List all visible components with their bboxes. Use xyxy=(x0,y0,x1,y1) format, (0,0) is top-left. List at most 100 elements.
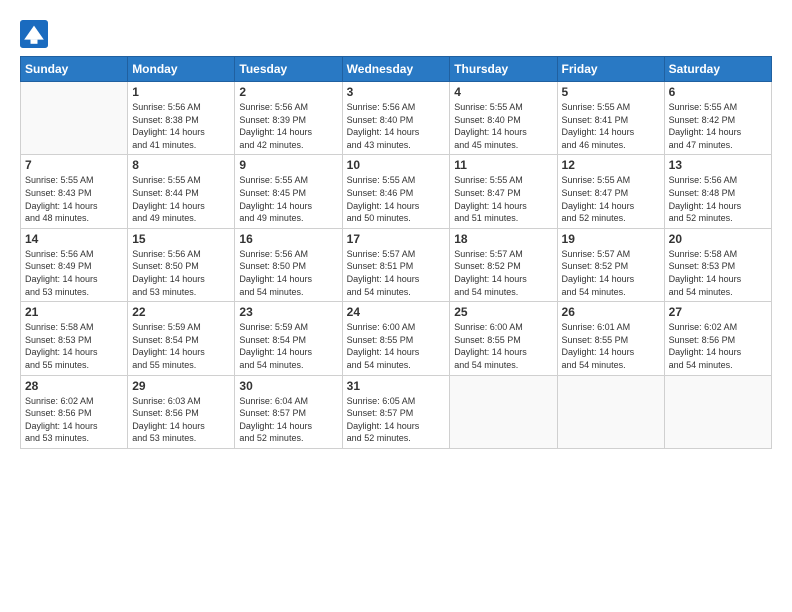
calendar-cell: 3 Sunrise: 5:56 AM Sunset: 8:40 PM Daylig… xyxy=(342,82,450,155)
day-number: 3 xyxy=(347,85,446,99)
logo-icon xyxy=(20,20,48,48)
calendar-cell: 1 Sunrise: 5:56 AM Sunset: 8:38 PM Daylig… xyxy=(128,82,235,155)
calendar-cell: 27 Sunrise: 6:02 AM Sunset: 8:56 PM Dayli… xyxy=(664,302,771,375)
calendar-cell: 7Sunrise: 5:55 AM Sunset: 8:43 PM Daylig… xyxy=(21,155,128,228)
calendar-cell: 16Sunrise: 5:56 AM Sunset: 8:50 PM Dayli… xyxy=(235,228,342,301)
calendar-cell: 5 Sunrise: 5:55 AM Sunset: 8:41 PM Daylig… xyxy=(557,82,664,155)
calendar-week: 21 Sunrise: 5:58 AM Sunset: 8:53 PM Dayli… xyxy=(21,302,772,375)
day-info: Sunrise: 6:00 AM Sunset: 8:55 PM Dayligh… xyxy=(347,321,446,371)
header-day: Monday xyxy=(128,57,235,82)
day-info: Sunrise: 5:55 AM Sunset: 8:41 PM Dayligh… xyxy=(562,101,660,151)
header-row: SundayMondayTuesdayWednesdayThursdayFrid… xyxy=(21,57,772,82)
day-number: 1 xyxy=(132,85,230,99)
header-day: Saturday xyxy=(664,57,771,82)
calendar-cell xyxy=(664,375,771,448)
day-number: 24 xyxy=(347,305,446,319)
day-info: Sunrise: 5:55 AM Sunset: 8:44 PM Dayligh… xyxy=(132,174,230,224)
day-number: 5 xyxy=(562,85,660,99)
header-day: Wednesday xyxy=(342,57,450,82)
day-number: 9 xyxy=(239,158,337,172)
calendar-cell: 26Sunrise: 6:01 AM Sunset: 8:55 PM Dayli… xyxy=(557,302,664,375)
calendar-cell: 21 Sunrise: 5:58 AM Sunset: 8:53 PM Dayli… xyxy=(21,302,128,375)
calendar-cell: 30 Sunrise: 6:04 AM Sunset: 8:57 PM Dayli… xyxy=(235,375,342,448)
day-info: Sunrise: 5:58 AM Sunset: 8:53 PM Dayligh… xyxy=(25,321,123,371)
day-info: Sunrise: 5:56 AM Sunset: 8:39 PM Dayligh… xyxy=(239,101,337,151)
calendar-cell: 18Sunrise: 5:57 AM Sunset: 8:52 PM Dayli… xyxy=(450,228,557,301)
calendar-cell: 13 Sunrise: 5:56 AM Sunset: 8:48 PM Dayli… xyxy=(664,155,771,228)
day-info: Sunrise: 5:56 AM Sunset: 8:40 PM Dayligh… xyxy=(347,101,446,151)
calendar-cell: 20 Sunrise: 5:58 AM Sunset: 8:53 PM Dayli… xyxy=(664,228,771,301)
day-number: 28 xyxy=(25,379,123,393)
day-number: 4 xyxy=(454,85,552,99)
header xyxy=(20,16,772,48)
day-info: Sunrise: 5:59 AM Sunset: 8:54 PM Dayligh… xyxy=(239,321,337,371)
calendar-cell: 23Sunrise: 5:59 AM Sunset: 8:54 PM Dayli… xyxy=(235,302,342,375)
calendar-cell: 11 Sunrise: 5:55 AM Sunset: 8:47 PM Dayli… xyxy=(450,155,557,228)
calendar-cell: 9 Sunrise: 5:55 AM Sunset: 8:45 PM Daylig… xyxy=(235,155,342,228)
calendar-cell: 17 Sunrise: 5:57 AM Sunset: 8:51 PM Dayli… xyxy=(342,228,450,301)
calendar-cell: 15Sunrise: 5:56 AM Sunset: 8:50 PM Dayli… xyxy=(128,228,235,301)
day-info: Sunrise: 5:57 AM Sunset: 8:52 PM Dayligh… xyxy=(454,248,552,298)
calendar-cell: 24 Sunrise: 6:00 AM Sunset: 8:55 PM Dayli… xyxy=(342,302,450,375)
day-number: 15 xyxy=(132,232,230,246)
calendar-cell: 22 Sunrise: 5:59 AM Sunset: 8:54 PM Dayli… xyxy=(128,302,235,375)
logo xyxy=(20,20,50,48)
calendar-cell: 2 Sunrise: 5:56 AM Sunset: 8:39 PM Daylig… xyxy=(235,82,342,155)
day-number: 30 xyxy=(239,379,337,393)
calendar-cell: 25Sunrise: 6:00 AM Sunset: 8:55 PM Dayli… xyxy=(450,302,557,375)
day-number: 29 xyxy=(132,379,230,393)
day-info: Sunrise: 5:55 AM Sunset: 8:40 PM Dayligh… xyxy=(454,101,552,151)
day-number: 11 xyxy=(454,158,552,172)
calendar-cell: 10 Sunrise: 5:55 AM Sunset: 8:46 PM Dayli… xyxy=(342,155,450,228)
calendar-cell: 12 Sunrise: 5:55 AM Sunset: 8:47 PM Dayli… xyxy=(557,155,664,228)
day-info: Sunrise: 5:57 AM Sunset: 8:52 PM Dayligh… xyxy=(562,248,660,298)
day-number: 22 xyxy=(132,305,230,319)
calendar-cell: 29 Sunrise: 6:03 AM Sunset: 8:56 PM Dayli… xyxy=(128,375,235,448)
day-number: 21 xyxy=(25,305,123,319)
day-number: 27 xyxy=(669,305,767,319)
calendar-cell: 19 Sunrise: 5:57 AM Sunset: 8:52 PM Dayli… xyxy=(557,228,664,301)
day-number: 2 xyxy=(239,85,337,99)
day-info: Sunrise: 6:02 AM Sunset: 8:56 PM Dayligh… xyxy=(25,395,123,445)
calendar-cell: 8 Sunrise: 5:55 AM Sunset: 8:44 PM Daylig… xyxy=(128,155,235,228)
day-info: Sunrise: 5:56 AM Sunset: 8:49 PM Dayligh… xyxy=(25,248,123,298)
calendar-cell: 31Sunrise: 6:05 AM Sunset: 8:57 PM Dayli… xyxy=(342,375,450,448)
day-number: 20 xyxy=(669,232,767,246)
calendar-cell xyxy=(21,82,128,155)
day-info: Sunrise: 6:03 AM Sunset: 8:56 PM Dayligh… xyxy=(132,395,230,445)
day-number: 26 xyxy=(562,305,660,319)
day-info: Sunrise: 5:56 AM Sunset: 8:38 PM Dayligh… xyxy=(132,101,230,151)
day-number: 12 xyxy=(562,158,660,172)
day-info: Sunrise: 5:55 AM Sunset: 8:46 PM Dayligh… xyxy=(347,174,446,224)
day-number: 13 xyxy=(669,158,767,172)
day-info: Sunrise: 5:55 AM Sunset: 8:45 PM Dayligh… xyxy=(239,174,337,224)
day-info: Sunrise: 6:04 AM Sunset: 8:57 PM Dayligh… xyxy=(239,395,337,445)
day-info: Sunrise: 6:05 AM Sunset: 8:57 PM Dayligh… xyxy=(347,395,446,445)
page: SundayMondayTuesdayWednesdayThursdayFrid… xyxy=(0,0,792,612)
day-info: Sunrise: 5:55 AM Sunset: 8:47 PM Dayligh… xyxy=(454,174,552,224)
calendar-cell: 6 Sunrise: 5:55 AM Sunset: 8:42 PM Daylig… xyxy=(664,82,771,155)
day-info: Sunrise: 5:58 AM Sunset: 8:53 PM Dayligh… xyxy=(669,248,767,298)
day-number: 8 xyxy=(132,158,230,172)
day-info: Sunrise: 5:56 AM Sunset: 8:48 PM Dayligh… xyxy=(669,174,767,224)
day-info: Sunrise: 5:55 AM Sunset: 8:43 PM Dayligh… xyxy=(25,174,123,224)
calendar-week: 28 Sunrise: 6:02 AM Sunset: 8:56 PM Dayli… xyxy=(21,375,772,448)
calendar-cell: 14Sunrise: 5:56 AM Sunset: 8:49 PM Dayli… xyxy=(21,228,128,301)
day-number: 19 xyxy=(562,232,660,246)
day-number: 10 xyxy=(347,158,446,172)
header-day: Sunday xyxy=(21,57,128,82)
day-number: 17 xyxy=(347,232,446,246)
day-info: Sunrise: 5:55 AM Sunset: 8:47 PM Dayligh… xyxy=(562,174,660,224)
day-number: 6 xyxy=(669,85,767,99)
calendar-week: 7Sunrise: 5:55 AM Sunset: 8:43 PM Daylig… xyxy=(21,155,772,228)
calendar-cell xyxy=(557,375,664,448)
calendar: SundayMondayTuesdayWednesdayThursdayFrid… xyxy=(20,56,772,449)
header-day: Tuesday xyxy=(235,57,342,82)
calendar-week: 14Sunrise: 5:56 AM Sunset: 8:49 PM Dayli… xyxy=(21,228,772,301)
day-info: Sunrise: 5:57 AM Sunset: 8:51 PM Dayligh… xyxy=(347,248,446,298)
day-info: Sunrise: 5:55 AM Sunset: 8:42 PM Dayligh… xyxy=(669,101,767,151)
day-info: Sunrise: 6:02 AM Sunset: 8:56 PM Dayligh… xyxy=(669,321,767,371)
day-info: Sunrise: 5:59 AM Sunset: 8:54 PM Dayligh… xyxy=(132,321,230,371)
day-info: Sunrise: 6:00 AM Sunset: 8:55 PM Dayligh… xyxy=(454,321,552,371)
day-info: Sunrise: 5:56 AM Sunset: 8:50 PM Dayligh… xyxy=(239,248,337,298)
